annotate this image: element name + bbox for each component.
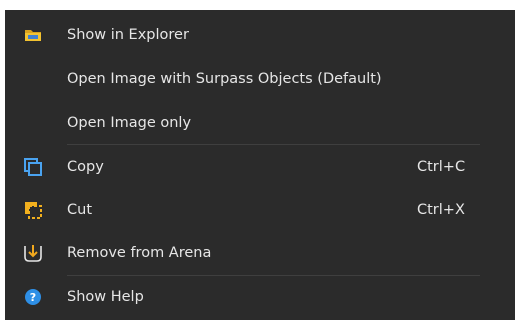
menu-item-label: Show Help [67,289,144,305]
menu-item-label: Open Image with Surpass Objects (Default… [67,71,382,87]
menu-item-open-image-only[interactable]: Open Image only [5,102,515,144]
copy-icon [22,156,44,178]
svg-text:?: ? [30,291,36,304]
menu-item-label: Open Image only [67,115,192,131]
menu-item-copy[interactable]: Copy Ctrl+C [5,146,515,188]
menu-item-cut[interactable]: Cut Ctrl+X [5,189,515,231]
remove-from-arena-icon [22,242,44,264]
menu-separator [67,144,480,145]
menu-item-show-in-explorer[interactable]: Show in Explorer [5,14,515,56]
menu-item-label: Copy [67,159,104,175]
cut-icon [22,199,44,221]
folder-icon [22,24,44,46]
menu-item-label: Show in Explorer [67,27,189,43]
shortcut-label: Ctrl+C [417,159,466,175]
menu-item-remove-from-arena[interactable]: Remove from Arena [5,232,515,274]
shortcut-label: Ctrl+X [417,202,465,218]
help-icon: ? [22,286,44,308]
menu-item-open-image-with-surpass-objects[interactable]: Open Image with Surpass Objects (Default… [5,58,515,100]
menu-item-label: Cut [67,202,92,218]
menu-item-label: Remove from Arena [67,245,212,261]
menu-item-show-help[interactable]: ? Show Help [5,276,515,318]
context-menu: Show in Explorer Open Image with Surpass… [5,10,515,320]
